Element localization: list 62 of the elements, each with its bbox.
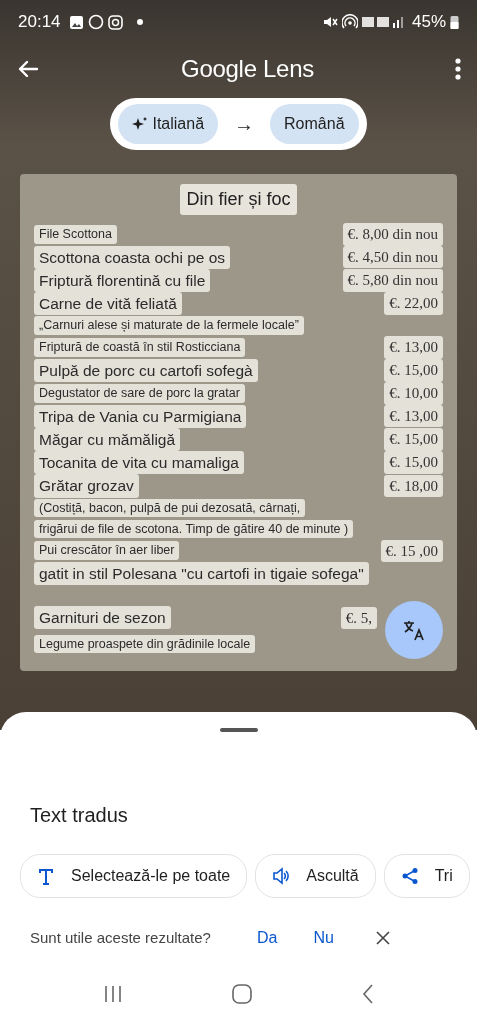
home-icon[interactable] bbox=[232, 984, 253, 1004]
translated-text: (Costiță, bacon, pulpă de pui dezosată, cârnați, bbox=[34, 498, 306, 518]
translated-text: Tocanita de vita cu mamaliga bbox=[34, 451, 244, 475]
hotspot-icon bbox=[341, 14, 358, 30]
sheet-title: Text tradus bbox=[30, 803, 129, 828]
menu-price: €. 13,00 bbox=[384, 336, 443, 359]
menu-price: €. 5,80 din nou bbox=[342, 269, 443, 292]
menu-heading: Din fier și foc bbox=[180, 184, 297, 215]
translated-text: Carne de vită feliată bbox=[34, 292, 182, 316]
share-icon bbox=[400, 867, 419, 885]
menu-price: €. 8,00 din nou bbox=[342, 223, 443, 246]
speaker-icon bbox=[272, 867, 291, 885]
menu-price: €. 18,00 bbox=[384, 474, 443, 498]
arrow-text: → bbox=[234, 112, 255, 137]
translated-text: Legume proaspete din grădinile locale bbox=[34, 634, 256, 654]
translated-text: gatit in stil Polesana "cu cartofi in tigaie sofega" bbox=[34, 562, 369, 586]
menu-price: €. 10,00 bbox=[384, 382, 443, 405]
app-title: Google Lens bbox=[181, 54, 314, 84]
menu-price: €. 5, bbox=[340, 606, 377, 629]
translated-text: Friptură florentină cu file bbox=[34, 268, 211, 292]
translated-text: frigărui de file de scotona. Timp de gătire 40 de minute ) bbox=[34, 519, 354, 539]
translated-text: File Scottona bbox=[34, 224, 117, 244]
translated-text: Grătar grozav bbox=[34, 474, 139, 498]
listen-button[interactable]: Ascultă bbox=[255, 854, 376, 898]
sparkle-icon bbox=[132, 116, 149, 132]
translate-icon bbox=[402, 618, 426, 643]
translated-text: Pui crescător în aer liber bbox=[34, 541, 180, 561]
image-icon bbox=[68, 14, 84, 30]
feedback-question: Sunt utile aceste rezultate? bbox=[30, 927, 211, 948]
menu-price: €. 15,00 bbox=[384, 359, 443, 382]
menu-price: €. 22,00 bbox=[384, 292, 443, 315]
translated-text: Tripa de Vania cu Parmigiana bbox=[34, 404, 247, 428]
translated-text: Degustator de sare de porc la gratar bbox=[34, 383, 245, 403]
target-language-button[interactable]: Română bbox=[270, 104, 359, 144]
text-icon bbox=[37, 867, 55, 885]
menu-price: €. 15,00 bbox=[384, 451, 443, 474]
menu-price: €. 15 ,00 bbox=[380, 539, 443, 562]
select-button[interactable]: Selectează-le pe toate bbox=[20, 854, 248, 898]
menu-price: €. 4,50 din nou bbox=[342, 245, 443, 269]
translated-text: „Carnuri alese și maturate de la fermele locale” bbox=[34, 316, 304, 336]
dot-icon bbox=[136, 19, 143, 25]
back-nav-icon[interactable] bbox=[362, 984, 375, 1004]
camera-icon bbox=[107, 14, 123, 30]
no-link[interactable]: Nu bbox=[313, 926, 334, 950]
drag-handle[interactable] bbox=[219, 728, 258, 732]
translated-text: Pulpă de porc cu cartofi sofegà bbox=[34, 358, 258, 382]
source-language-button[interactable]: Italiană bbox=[118, 104, 219, 144]
menu-price: €. 13,00 bbox=[384, 404, 443, 428]
share-button[interactable]: Tri bbox=[383, 854, 470, 898]
recent-apps-icon[interactable] bbox=[102, 985, 123, 1003]
battery-percent: 45% bbox=[411, 11, 446, 34]
close-icon[interactable] bbox=[375, 931, 390, 945]
battery-icon bbox=[450, 14, 459, 30]
translated-text: Friptură de coastă în stil Rosticciana bbox=[34, 338, 246, 357]
mute-icon bbox=[321, 14, 338, 30]
translated-text: Garnituri de sezon bbox=[34, 606, 171, 630]
more-options-icon[interactable] bbox=[455, 57, 461, 81]
yes-link[interactable]: Da bbox=[256, 926, 278, 950]
menu-price: €. 15,00 bbox=[384, 428, 443, 451]
translated-text: Scottona coasta ochi pe os bbox=[34, 245, 231, 269]
translated-text: Măgar cu mămăligă bbox=[34, 427, 181, 451]
status-time: 20:14 bbox=[18, 11, 61, 34]
